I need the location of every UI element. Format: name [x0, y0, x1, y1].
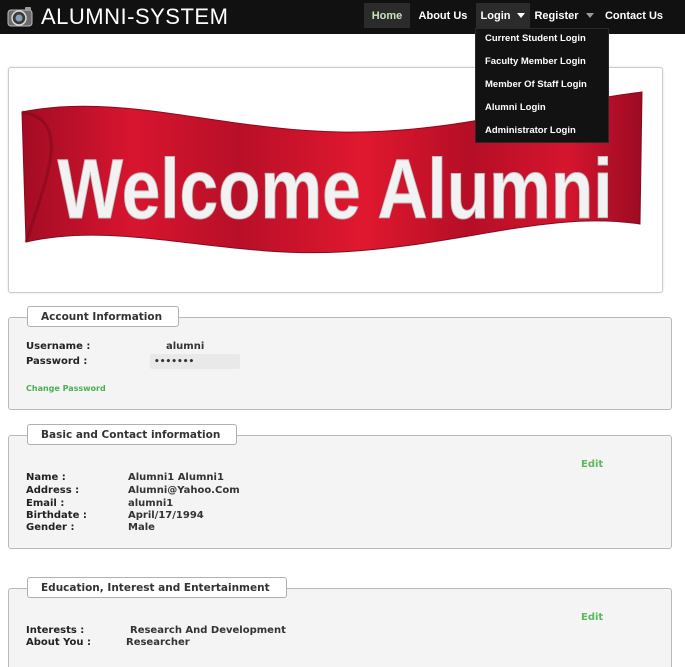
basic-contact-title: Basic and Contact information [27, 424, 237, 445]
nav-register-label: Register [534, 9, 579, 22]
name-label: Name : [26, 472, 66, 483]
menu-item-current-student-login[interactable]: Current Student Login [485, 33, 586, 44]
interests-value: Research And Development [130, 625, 286, 636]
about-you-label: About You : [26, 637, 91, 648]
username-value: alumni [166, 341, 205, 352]
chevron-down-icon [517, 13, 526, 18]
password-label: Password : [26, 356, 88, 367]
email-value: alumni1 [128, 498, 174, 509]
camera-logo-icon [7, 7, 33, 27]
about-you-value: Researcher [126, 637, 190, 648]
brand-title: ALUMNI-SYSTEM [41, 4, 229, 29]
nav-home[interactable]: Home [364, 3, 410, 28]
birthdate-label: Birthdate : [26, 510, 87, 521]
change-password-link[interactable]: Change Password [26, 384, 106, 393]
address-value: Alumni@Yahoo.Com [128, 485, 240, 496]
nav-about-us-label: About Us [418, 9, 468, 22]
name-value: Alumni1 Alumni1 [128, 472, 224, 483]
login-dropdown-menu: Current Student Login Faculty Member Log… [475, 28, 609, 143]
basic-contact-panel [8, 435, 672, 549]
brand[interactable]: ALUMNI-SYSTEM [6, 2, 228, 32]
nav-home-label: Home [371, 9, 403, 22]
address-label: Address : [26, 485, 80, 496]
education-interest-panel [8, 588, 672, 667]
password-value: ••••••• [150, 354, 240, 369]
edit-basic-info-link[interactable]: Edit [581, 459, 603, 470]
chevron-down-icon [585, 13, 594, 18]
menu-item-administrator-login[interactable]: Administrator Login [485, 125, 576, 136]
nav-login-label: Login [480, 9, 511, 22]
education-interest-title: Education, Interest and Entertainment [27, 577, 287, 598]
account-information-title: Account Information [27, 306, 179, 327]
account-information-panel [8, 317, 672, 410]
gender-label: Gender : [26, 522, 75, 533]
menu-item-faculty-member-login[interactable]: Faculty Member Login [485, 56, 586, 67]
menu-item-member-of-staff-login[interactable]: Member Of Staff Login [485, 79, 587, 90]
menu-item-alumni-login[interactable]: Alumni Login [485, 102, 546, 113]
nav-register[interactable]: Register [532, 3, 596, 28]
gender-value: Male [128, 522, 155, 533]
interests-label: Interests : [26, 625, 85, 636]
nav-contact-us[interactable]: Contact Us [600, 3, 668, 28]
edit-education-link[interactable]: Edit [581, 612, 603, 623]
nav-about-us[interactable]: About Us [413, 3, 473, 28]
nav-contact-us-label: Contact Us [604, 9, 664, 22]
username-label: Username : [26, 341, 91, 352]
email-label: Email : [26, 498, 65, 509]
birthdate-value: April/17/1994 [128, 510, 204, 521]
banner-text: Welcome Alumni [58, 142, 613, 236]
nav-login[interactable]: Login [476, 3, 530, 28]
